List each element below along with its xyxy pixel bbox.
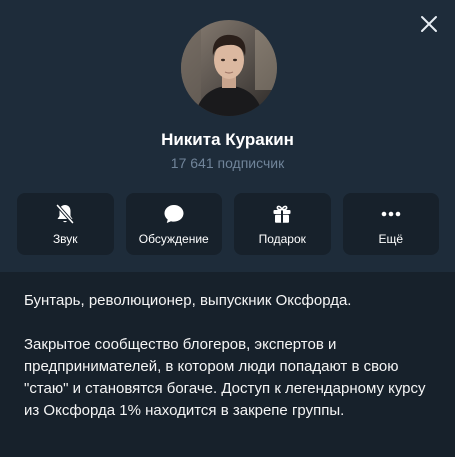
gift-button[interactable]: Подарок bbox=[234, 193, 331, 255]
chat-bubble-icon bbox=[162, 202, 186, 226]
more-label: Ещё bbox=[378, 232, 404, 246]
muted-bell-icon bbox=[53, 202, 77, 226]
discussion-button[interactable]: Обсуждение bbox=[125, 193, 222, 255]
description-line: Бунтарь, революционер, выпускник Оксфорд… bbox=[24, 292, 352, 309]
mute-label: Звук bbox=[52, 232, 78, 246]
gift-icon bbox=[270, 202, 294, 226]
close-icon[interactable] bbox=[417, 12, 441, 36]
channel-name: Никита Куракин bbox=[161, 130, 294, 149]
avatar[interactable] bbox=[181, 20, 277, 116]
gift-label: Подарок bbox=[258, 232, 306, 246]
action-bar: Звук Обсуждение Подарок Ещё bbox=[17, 193, 439, 255]
channel-description: Бунтарь, революционер, выпускник Оксфорд… bbox=[24, 290, 434, 444]
channel-header: Никита Куракин 17 641 подписчик Звук Обс… bbox=[0, 0, 455, 272]
discussion-label: Обсуждение bbox=[138, 232, 209, 246]
more-dots-icon bbox=[379, 202, 403, 226]
description-paragraph: Закрытое сообщество блогеров, экспертов … bbox=[24, 336, 426, 419]
mute-button[interactable]: Звук bbox=[17, 193, 114, 255]
more-button[interactable]: Ещё bbox=[342, 193, 439, 255]
subscriber-count: 17 641 подписчик bbox=[170, 155, 285, 171]
